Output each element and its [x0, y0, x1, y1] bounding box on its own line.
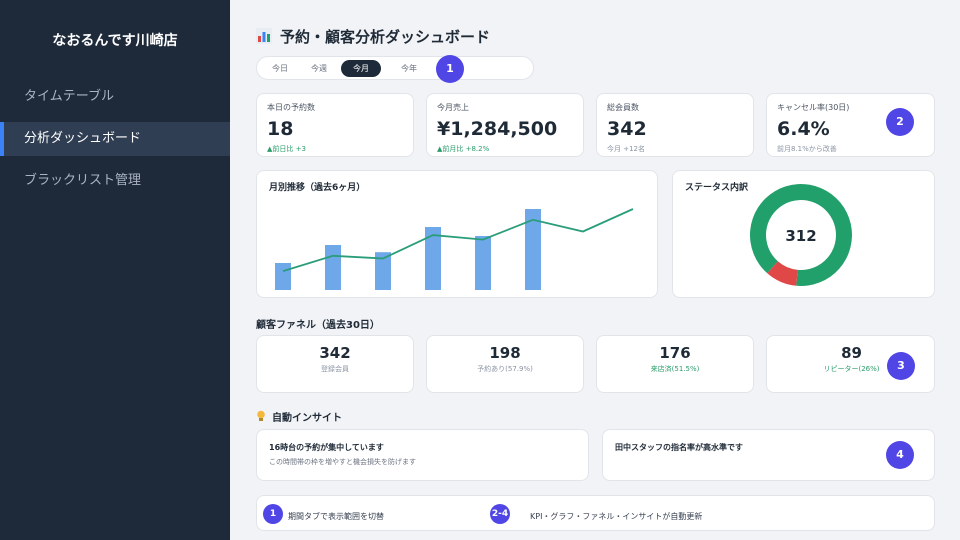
- insight-card: 16時台の予約が集中しています この時間帯の枠を増やすと機会損失を防げます: [256, 429, 589, 481]
- legend-badge: 1: [263, 504, 283, 524]
- insight-title: 田中スタッフの指名率が高水準です: [615, 443, 743, 452]
- kpi-trend: ▲前日比 +3: [267, 145, 306, 153]
- callout-badge-1: 1: [436, 55, 464, 83]
- legend-text: 期間タブで表示範囲を切替: [288, 512, 384, 521]
- sidebar-item-blacklist[interactable]: ブラックリスト管理: [0, 164, 230, 198]
- funnel-label: 登録会員: [321, 365, 349, 373]
- funnel-stage: 89 リピーター(26%) 3: [766, 335, 935, 393]
- bar: [325, 245, 341, 290]
- kpi-label: 今月売上: [437, 103, 469, 112]
- status-donut-chart: 312: [750, 184, 852, 286]
- bar: [275, 263, 291, 290]
- donut-center-value: 312: [785, 227, 816, 245]
- funnel-value: 176: [659, 344, 691, 362]
- funnel-stage: 176 来店済(51.5%): [596, 335, 754, 393]
- funnel-stage: 198 予約あり(57.9%): [426, 335, 584, 393]
- funnel-value: 342: [319, 344, 351, 362]
- kpi-card-sales: 今月売上 ¥1,284,500 ▲前月比 +8.2%: [426, 93, 584, 157]
- monthly-trend-card: 月別推移（過去6ヶ月）: [256, 170, 658, 298]
- kpi-value: ¥1,284,500: [437, 118, 558, 140]
- insights-title: 自動インサイト: [256, 409, 342, 424]
- status-card: ステータス内訳 312: [672, 170, 935, 298]
- bar-chart-icon: [256, 28, 272, 44]
- callout-badge-2: 2: [886, 108, 914, 136]
- insight-desc: この時間帯の枠を増やすと機会損失を防げます: [269, 458, 416, 466]
- legend-text: KPI・グラフ・ファネル・インサイトが自動更新: [530, 512, 703, 521]
- kpi-label: 本日の予約数: [267, 103, 315, 112]
- kpi-card-reservations: 本日の予約数 18 ▲前日比 +3: [256, 93, 414, 157]
- store-name: なおるんです川崎店: [52, 33, 178, 49]
- bar: [475, 236, 491, 290]
- lightbulb-icon: [257, 410, 265, 421]
- funnel-value: 198: [489, 344, 521, 362]
- sidebar: なおるんです川崎店 タイムテーブル 分析ダッシュボード ブラックリスト管理: [0, 0, 230, 540]
- page-title: 予約・顧客分析ダッシュボード: [256, 26, 490, 47]
- monthly-trend-chart: [275, 208, 634, 290]
- funnel-stage: 342 登録会員: [256, 335, 414, 393]
- tab-week[interactable]: 今週: [303, 60, 335, 77]
- kpi-card-members: 総会員数 342 今月 +12名: [596, 93, 754, 157]
- page-title-text: 予約・顧客分析ダッシュボード: [280, 28, 491, 46]
- kpi-label: キャンセル率(30日): [777, 103, 850, 112]
- legend-bar: 1 期間タブで表示範囲を切替 2-4 KPI・グラフ・ファネル・インサイトが自動…: [256, 495, 935, 531]
- kpi-value: 18: [267, 118, 294, 140]
- tab-year[interactable]: 今年: [393, 60, 425, 77]
- legend-badge: 2-4: [490, 504, 510, 524]
- period-tabs: 今日 今週 今月 今年: [256, 56, 534, 80]
- kpi-trend: ▲前月比 +8.2%: [437, 145, 490, 153]
- sidebar-item-dashboard[interactable]: 分析ダッシュボード: [0, 122, 230, 156]
- kpi-label: 総会員数: [607, 103, 639, 112]
- callout-badge-3: 3: [887, 352, 915, 380]
- tab-today[interactable]: 今日: [265, 60, 295, 77]
- kpi-value: 342: [607, 118, 647, 140]
- funnel-label: 来店済(51.5%): [650, 365, 700, 373]
- insight-title: 16時台の予約が集中しています: [269, 443, 384, 452]
- insights-title-text: 自動インサイト: [272, 413, 342, 424]
- tab-month[interactable]: 今月: [341, 60, 381, 77]
- kpi-trend: 前月8.1%から改善: [777, 145, 837, 153]
- funnel-title: 顧客ファネル（過去30日）: [256, 320, 380, 331]
- sidebar-item-timetable[interactable]: タイムテーブル: [0, 80, 230, 114]
- callout-badge-4: 4: [886, 441, 914, 469]
- kpi-card-cancel-rate: キャンセル率(30日) 6.4% 前月8.1%から改善 2: [766, 93, 935, 157]
- funnel-label: 予約あり(57.9%): [477, 365, 533, 373]
- kpi-trend: 今月 +12名: [607, 145, 645, 153]
- insight-card: 田中スタッフの指名率が高水準です 4: [602, 429, 935, 481]
- kpi-value: 6.4%: [777, 118, 830, 140]
